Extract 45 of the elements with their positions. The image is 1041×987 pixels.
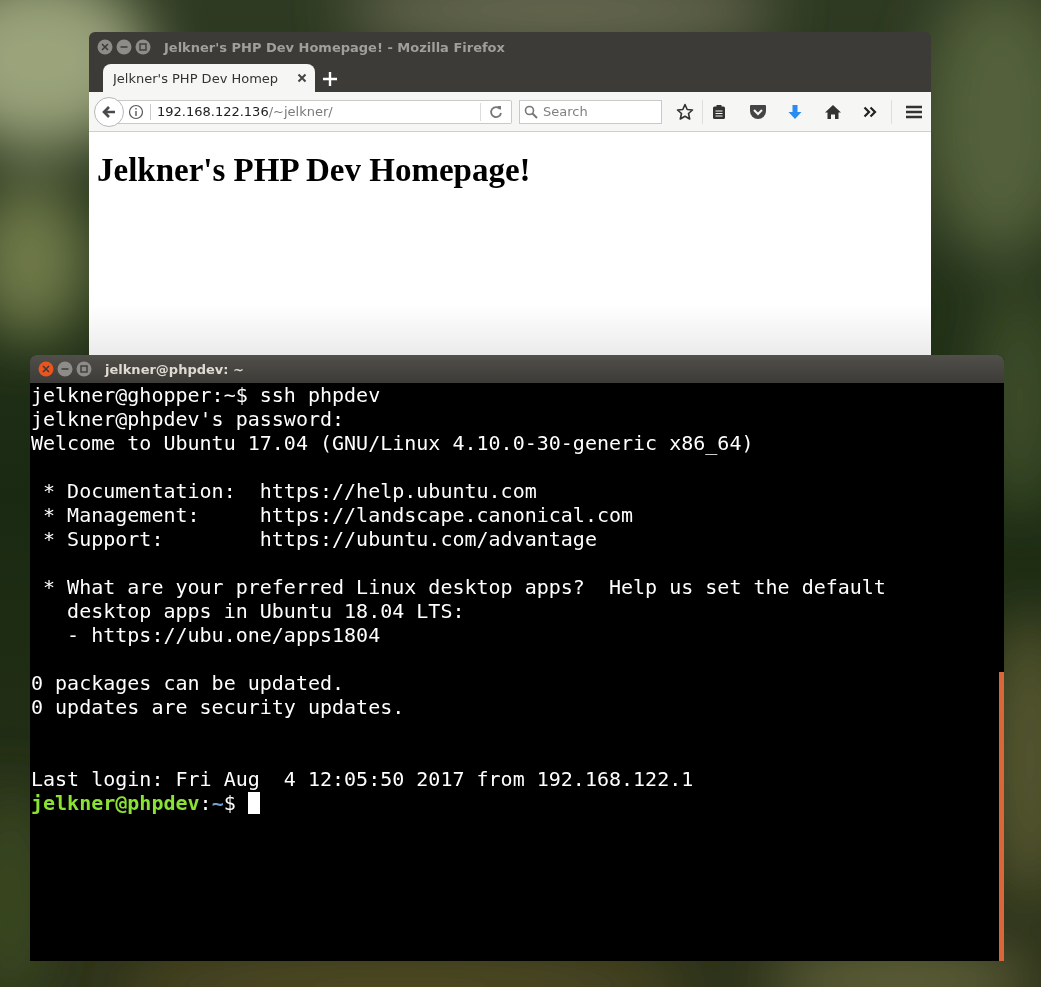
overflow-chevrons-icon[interactable] [863, 105, 877, 118]
prompt-separator: : [199, 791, 212, 815]
terminal-line: 0 updates are security updates. [31, 695, 405, 719]
terminal-line: - https://ubu.one/apps1804 [66, 623, 381, 647]
terminal-line: 0 packages can be updated. [31, 671, 345, 695]
terminal-line: Last login: Fri Aug 4 12:05:50 2017 from 192.168.122.1 [31, 767, 694, 791]
maximize-button[interactable] [76, 361, 92, 377]
text-cursor [247, 792, 260, 814]
terminal-line: jelkner@ghopper:~$ ssh phpdev [31, 383, 381, 407]
url-text: 192.168.122.136/~jelkner/ [157, 104, 334, 119]
terminal-line: * Documentation: https://help.ubuntu.com [42, 479, 537, 503]
prompt-symbol: $ [223, 791, 236, 815]
page-heading: Jelkner's PHP Dev Homepage! [97, 152, 531, 189]
terminal-line: Welcome to Ubuntu 17.04 (GNU/Linux 4.10.0-30-generic x86_64) [31, 431, 754, 455]
prompt-user-host: jelkner@phpdev [31, 791, 200, 815]
terminal-line: * What are your preferred Linux desktop apps? Help us set the default [42, 575, 886, 599]
home-icon[interactable] [824, 103, 842, 120]
info-icon[interactable] [128, 103, 144, 120]
bookmark-star-icon[interactable] [676, 102, 694, 121]
close-button[interactable] [38, 361, 54, 377]
terminal-line: jelkner@phpdev's password: [31, 407, 345, 431]
minimize-button[interactable] [57, 361, 73, 377]
terminal-line: * Support: https://ubuntu.com/advantage [42, 527, 597, 551]
browser-tab[interactable]: Jelkner's PHP Dev Homep [103, 64, 315, 92]
pocket-icon[interactable] [749, 103, 767, 120]
download-arrow-icon[interactable] [787, 103, 803, 120]
terminal-line: desktop apps in Ubuntu 18.04 LTS: [66, 599, 465, 623]
scrollbar[interactable] [999, 672, 1004, 961]
menu-icon[interactable] [905, 103, 923, 120]
back-arrow-icon [101, 103, 117, 120]
new-tab-plus-icon[interactable] [323, 72, 337, 86]
minimize-button[interactable] [116, 39, 132, 55]
reload-icon[interactable] [489, 104, 503, 119]
close-icon[interactable] [297, 73, 307, 83]
window-title: jelkner@phpdev: ~ [105, 361, 244, 377]
address-bar[interactable]: 192.168.122.136/~jelkner/ [118, 99, 512, 124]
search-icon [524, 104, 538, 119]
window-title: Jelkner's PHP Dev Homepage! - Mozilla Firefox [164, 39, 505, 55]
back-button[interactable] [94, 96, 124, 127]
search-field[interactable]: Search [519, 99, 662, 124]
terminal-line: * Management: https://landscape.canonical.com [42, 503, 634, 527]
close-button[interactable] [97, 39, 113, 55]
reading-list-icon[interactable] [711, 103, 727, 120]
prompt-path: ~ [211, 791, 224, 815]
maximize-button[interactable] [135, 39, 151, 55]
